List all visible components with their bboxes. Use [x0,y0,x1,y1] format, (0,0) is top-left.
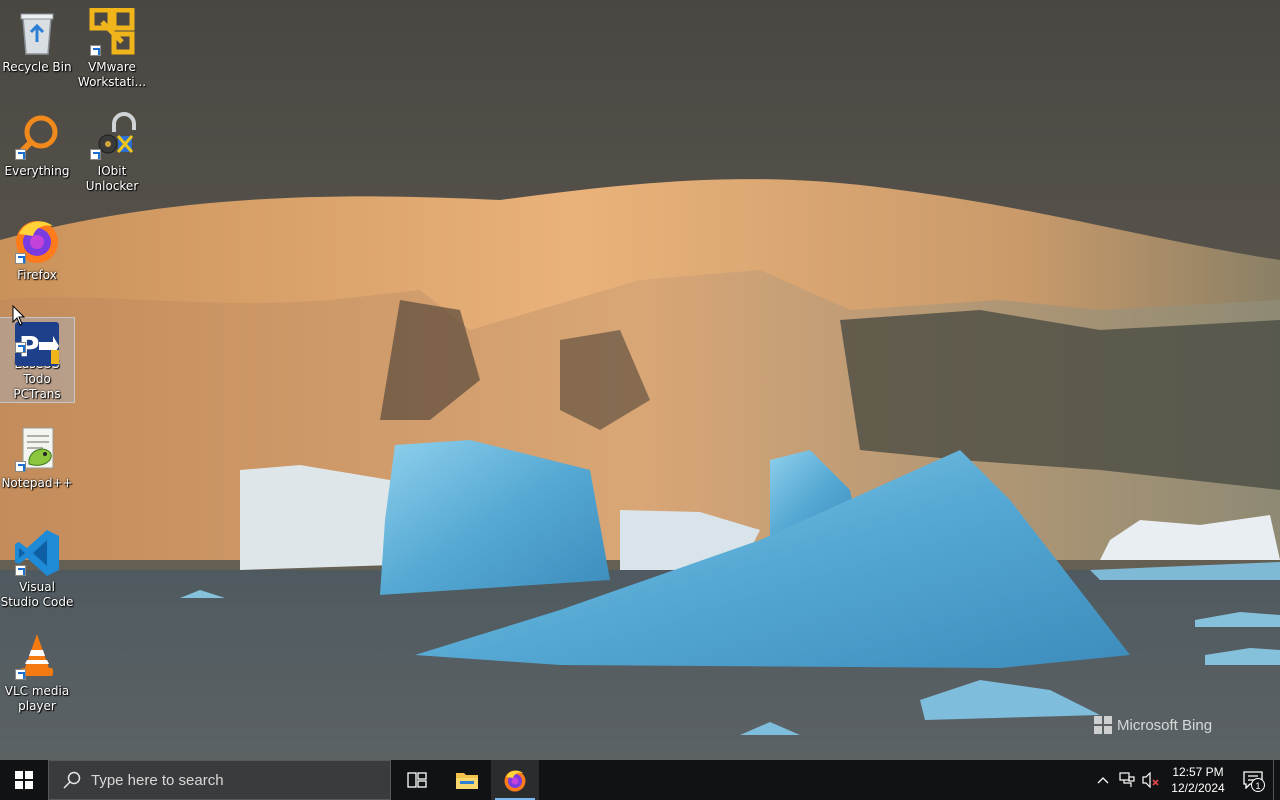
shortcut-arrow-icon [90,149,101,160]
network-icon [1119,772,1135,787]
volume-button[interactable] [1139,760,1163,800]
taskbar: Type here to search 12:57 PM 12/2/2024 1 [0,760,1280,800]
shortcut-arrow-icon [90,45,101,56]
desktop-icon-label: VLC media player [4,684,70,713]
firefox-icon [13,216,61,266]
shortcut-arrow-icon [15,669,26,680]
system-tray: 12:57 PM 12/2/2024 1 [1091,760,1280,800]
file-explorer-button[interactable] [443,760,491,800]
desktop-icon-label: Notepad++ [1,476,73,490]
shortcut-arrow-icon [15,253,26,264]
search-placeholder: Type here to search [91,771,224,789]
desktop-icon-label: Everything [4,164,70,178]
desktop-icon-everything[interactable]: Everything [0,110,74,179]
search-icon [63,771,81,789]
desktop-wallpaper [0,0,1280,760]
desktop-icon-label: VMware Workstati... [77,60,147,89]
folder-icon [456,773,478,789]
bing-watermark: Microsoft Bing [1094,716,1212,734]
desktop-icon-easeus-pctrans[interactable]: P EaseUS Todo PCTrans [0,317,75,403]
bing-watermark-text: Microsoft Bing [1117,716,1213,734]
iobit-unlocker-icon [88,112,136,162]
microsoft-logo-icon [1094,716,1112,734]
vlc-icon [13,632,61,682]
shortcut-arrow-icon [15,565,26,576]
mouse-cursor-icon [12,305,26,326]
chevron-up-icon [1097,777,1109,784]
desktop-icon-vlc[interactable]: VLC media player [0,630,74,714]
taskbar-search-box[interactable]: Type here to search [48,760,391,800]
shortcut-arrow-icon [15,149,26,160]
everything-search-icon [13,112,61,162]
vmware-icon [88,8,136,58]
clock-date: 12/2/2024 [1171,781,1225,795]
notepad-plus-plus-icon [13,424,61,474]
recycle-bin-icon [13,8,61,58]
shortcut-arrow-icon [15,461,26,472]
desktop-icon-label: Recycle Bin [2,60,72,74]
desktop-icon-vscode[interactable]: Visual Studio Code [0,526,74,610]
firefox-icon [504,770,526,792]
desktop-icon-notepad-plus-plus[interactable]: Notepad++ [0,422,74,491]
desktop-icon-label: Visual Studio Code [0,580,74,609]
show-desktop-button[interactable] [1273,760,1280,800]
notification-count-badge: 1 [1251,778,1265,792]
action-center-button[interactable]: 1 [1233,760,1273,800]
firefox-taskbar-button[interactable] [491,760,539,800]
desktop-icon-label: IObit Unlocker [85,164,139,193]
desktop-icon-vmware[interactable]: VMware Workstati... [75,6,149,90]
clock[interactable]: 12:57 PM 12/2/2024 [1163,760,1233,800]
shortcut-arrow-icon [15,342,26,353]
windows-logo-icon [15,771,33,789]
network-button[interactable] [1115,760,1139,800]
task-view-icon [407,772,427,788]
vscode-icon [13,528,61,578]
show-hidden-icons-button[interactable] [1091,760,1115,800]
volume-muted-icon [1142,772,1159,788]
desktop-icon-iobit-unlocker[interactable]: IObit Unlocker [75,110,149,194]
desktop-icon-label: Firefox [17,268,57,282]
desktop-icon-firefox[interactable]: Firefox [0,214,74,283]
task-view-button[interactable] [393,760,441,800]
desktop-icon-recycle-bin[interactable]: Recycle Bin [0,6,74,75]
start-button[interactable] [0,760,48,800]
clock-time: 12:57 PM [1172,765,1224,779]
